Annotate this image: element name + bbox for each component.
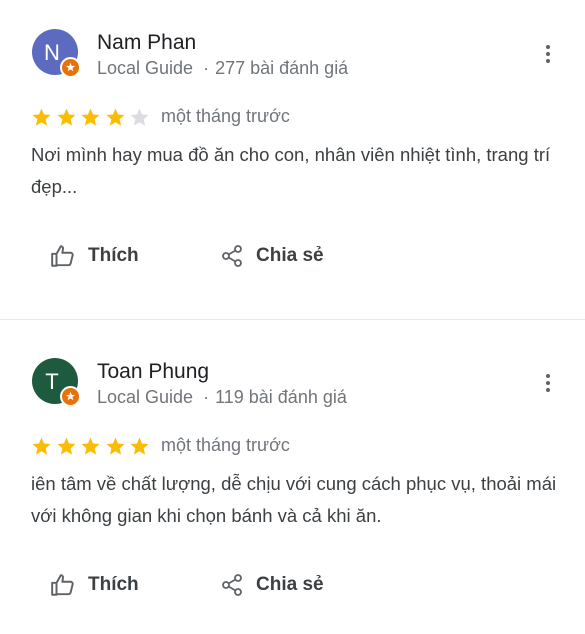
local-guide-label: Local Guide: [97, 58, 194, 78]
avatar[interactable]: T: [32, 358, 81, 407]
star-icon: [130, 437, 149, 455]
avatar-letter: T: [45, 369, 59, 394]
star-icon: [81, 108, 100, 126]
star-rating: [31, 435, 154, 457]
star-icon: [105, 108, 125, 126]
local-guide-label: Local Guide: [97, 387, 194, 407]
share-label: Chia sẻ: [256, 245, 324, 266]
review-count: 277 bài đánh giá: [215, 58, 349, 78]
more-vert-icon: [540, 45, 556, 63]
review-time: một tháng trước: [161, 106, 290, 126]
share-button[interactable]: Chia sẻ: [220, 243, 324, 269]
review-text: iên tâm về chất lượng, dễ chịu với cung …: [31, 473, 557, 526]
star-icon: [56, 437, 76, 455]
more-options-button[interactable]: [540, 371, 556, 397]
review-text: Nơi mình hay mua đồ ăn cho con, nhân viê…: [31, 144, 551, 197]
review-count: 119 bài đánh giá: [215, 387, 347, 407]
like-button[interactable]: Thích: [50, 243, 139, 269]
more-vert-icon: [540, 374, 556, 392]
star-icon: [32, 437, 51, 455]
star-icon: [105, 437, 125, 455]
reviewer-meta: Local Guide · 277 bài đánh giá: [97, 58, 348, 79]
avatar[interactable]: N: [32, 29, 81, 78]
star-icon: [56, 108, 76, 126]
star-icon: [32, 108, 51, 126]
review-card: N Nam Phan Local Guide · 277 bài đánh giá …: [0, 0, 585, 319]
separator-dot: ·: [203, 58, 210, 78]
star-icon: [130, 108, 149, 126]
thumb-up-icon: [51, 574, 74, 596]
share-label: Chia sẻ: [256, 574, 324, 595]
reviewer-name[interactable]: Toan Phung: [97, 360, 209, 384]
share-icon: [222, 574, 242, 596]
more-options-button[interactable]: [540, 42, 556, 68]
review-card: T Toan Phung Local Guide · 119 bài đánh gi…: [0, 320, 585, 634]
thumb-up-icon: [51, 245, 74, 267]
avatar-letter: N: [44, 40, 60, 65]
local-guide-badge-icon: [60, 386, 81, 407]
like-label: Thích: [88, 574, 139, 595]
share-icon: [222, 245, 242, 267]
review-time: một tháng trước: [161, 435, 290, 455]
reviewer-meta: Local Guide · 119 bài đánh giá: [97, 387, 347, 408]
reviewer-name[interactable]: Nam Phan: [97, 31, 196, 55]
local-guide-badge-icon: [60, 57, 81, 78]
like-label: Thích: [88, 245, 139, 266]
separator-dot: ·: [203, 387, 210, 407]
like-button[interactable]: Thích: [50, 572, 139, 598]
star-icon: [81, 437, 100, 455]
share-button[interactable]: Chia sẻ: [220, 572, 324, 598]
star-rating: [31, 106, 154, 128]
